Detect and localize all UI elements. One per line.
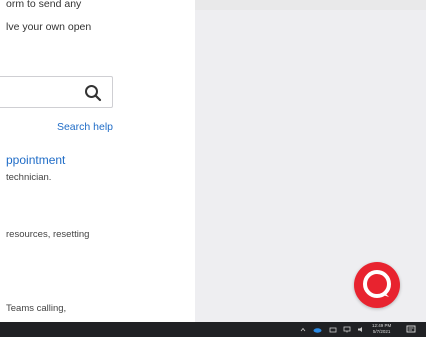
display-icon[interactable] <box>343 326 351 333</box>
search-input[interactable] <box>0 76 113 108</box>
resources-description: resources, resetting <box>6 229 90 240</box>
onedrive-icon[interactable] <box>313 326 322 333</box>
taskbar: 12:49 PM 5/7/2021 <box>0 322 426 337</box>
intro-text-line-1: orm to send any <box>6 0 82 10</box>
search-icon[interactable] <box>84 84 102 102</box>
taskbar-clock[interactable]: 12:49 PM 5/7/2021 <box>372 323 391 335</box>
appointment-description: technician. <box>6 172 52 183</box>
chat-button[interactable] <box>354 262 400 308</box>
network-icon[interactable] <box>329 326 337 333</box>
appointment-link[interactable]: ppointment <box>6 153 65 167</box>
chevron-up-icon[interactable] <box>300 326 306 333</box>
search-help-link[interactable]: Search help <box>57 121 113 133</box>
intro-text-line-2: lve your own open <box>6 21 92 33</box>
screen: orm to send any lve your own open Search… <box>0 0 426 337</box>
notification-icon[interactable] <box>406 325 416 334</box>
volume-icon[interactable] <box>357 326 365 333</box>
teams-description: Teams calling, <box>6 303 67 314</box>
chat-bubble-icon <box>363 270 391 298</box>
help-panel: orm to send any lve your own open Search… <box>0 0 195 322</box>
clock-date: 5/7/2021 <box>372 329 391 334</box>
